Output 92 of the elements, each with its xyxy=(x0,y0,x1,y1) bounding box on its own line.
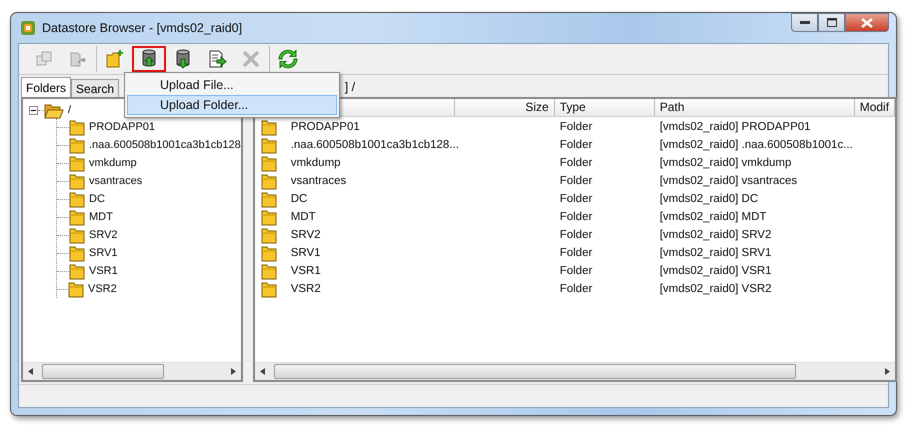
column-header[interactable]: Modif xyxy=(854,99,895,116)
tree-item[interactable]: PRODAPP01 xyxy=(85,121,156,133)
folder-icon xyxy=(260,172,277,190)
folder-icon xyxy=(69,136,85,154)
folder-icon xyxy=(69,262,85,280)
table-cell: SRV1 xyxy=(290,247,321,259)
table-cell: Folder xyxy=(560,247,592,259)
tree-item[interactable]: / xyxy=(64,104,72,116)
folder-icon xyxy=(69,226,85,244)
table-cell: Folder xyxy=(560,229,592,241)
folder-icon xyxy=(260,118,277,136)
table-cell: VSR1 xyxy=(290,265,321,277)
table-cell: Folder xyxy=(560,283,592,295)
folder-icon xyxy=(260,262,277,280)
table-cell: MDT xyxy=(290,211,316,223)
delete-icon xyxy=(242,50,260,68)
table-cell: [vmds02_raid0] SRV1 xyxy=(660,247,772,259)
document-arrow-icon xyxy=(207,49,227,69)
column-header[interactable]: Size xyxy=(454,99,555,116)
scroll-right-icon xyxy=(884,368,890,375)
table-cell: PRODAPP01 xyxy=(290,121,360,133)
panel-tab[interactable]: Folders xyxy=(21,77,72,97)
table-cell: vsantraces xyxy=(290,175,346,187)
tree-item[interactable]: MDT xyxy=(85,211,113,223)
folder-icon xyxy=(68,280,84,298)
table-cell: Folder xyxy=(560,157,592,169)
refresh-icon xyxy=(278,49,298,69)
table-cell: SRV2 xyxy=(290,229,321,241)
horizontal-scrollbar[interactable] xyxy=(23,362,241,380)
table-cell: Folder xyxy=(560,175,592,187)
tree-item[interactable]: SRV2 xyxy=(85,229,118,241)
minimize-icon xyxy=(800,20,810,24)
table-cell: [vmds02_raid0] vsantraces xyxy=(660,175,798,187)
folder-icon xyxy=(260,208,277,226)
horizontal-scrollbar[interactable] xyxy=(254,362,895,380)
tree-item[interactable]: SRV1 xyxy=(85,247,118,259)
tree-item[interactable]: VSR1 xyxy=(85,265,118,277)
tree-item[interactable]: DC xyxy=(85,193,105,205)
collapse-toggle[interactable] xyxy=(29,106,38,114)
scroll-left-icon xyxy=(28,368,33,375)
table-cell: .naa.600508b1001ca3b1cb128... xyxy=(290,139,459,151)
table-cell: Folder xyxy=(560,193,592,205)
table-cell: [vmds02_raid0] SRV2 xyxy=(660,229,772,241)
column-header[interactable]: Type xyxy=(554,99,655,116)
table-cell: Folder xyxy=(560,265,592,277)
tree-item[interactable]: vsantraces xyxy=(85,175,142,187)
table-cell: [vmds02_raid0] VSR1 xyxy=(660,265,772,277)
close-button[interactable] xyxy=(845,13,889,32)
window-title: Datastore Browser - [vmds02_raid0] xyxy=(42,21,242,35)
table-cell: [vmds02_raid0] vmkdump xyxy=(660,157,792,169)
folder-icon xyxy=(260,244,277,262)
column-header[interactable]: Path xyxy=(654,99,855,116)
folder-arrow-icon xyxy=(69,50,87,68)
folder-icon xyxy=(260,190,277,208)
stacked-squares-icon xyxy=(35,50,53,68)
folder-icon xyxy=(69,154,85,172)
table-cell: [vmds02_raid0] PRODAPP01 xyxy=(660,121,811,133)
folder-icon xyxy=(69,172,85,190)
menu-item[interactable]: Upload Folder... xyxy=(127,95,337,115)
folder-icon xyxy=(69,118,85,136)
close-icon xyxy=(861,18,873,28)
table-cell: [vmds02_raid0] .naa.600508b1001c... xyxy=(660,139,853,151)
table-cell: Folder xyxy=(560,121,592,133)
open-folder-icon xyxy=(44,102,64,118)
scroll-left-icon xyxy=(260,368,265,375)
table-cell: vmkdump xyxy=(290,157,341,169)
maximize-button[interactable] xyxy=(818,13,845,32)
folder-icon xyxy=(260,226,277,244)
table-cell: Folder xyxy=(560,139,592,151)
table-cell: DC xyxy=(290,193,308,205)
table-cell: VSR2 xyxy=(290,283,321,295)
tree-item[interactable]: .naa.600508b1001ca3b1cb128 xyxy=(85,139,241,151)
table-cell: [vmds02_raid0] DC xyxy=(660,193,758,205)
folder-icon xyxy=(260,136,277,154)
folder-icon xyxy=(69,244,85,262)
tree-item[interactable]: vmkdump xyxy=(85,157,137,169)
tree-item[interactable]: VSR2 xyxy=(84,283,117,295)
panel-tab[interactable]: Search xyxy=(71,79,120,97)
folder-icon xyxy=(260,154,277,172)
scroll-right-icon xyxy=(230,368,236,375)
table-cell: [vmds02_raid0] VSR2 xyxy=(660,283,772,295)
app-icon xyxy=(20,20,36,36)
database-down-arrow-icon xyxy=(174,49,192,69)
folder-icon xyxy=(69,208,85,226)
table-cell: [vmds02_raid0] MDT xyxy=(660,211,766,223)
folder-icon xyxy=(69,190,85,208)
minimize-button[interactable] xyxy=(791,13,818,32)
maximize-icon xyxy=(826,18,836,27)
new-folder-icon xyxy=(105,49,125,69)
database-up-arrow-icon xyxy=(140,49,158,69)
table-cell: Folder xyxy=(560,211,592,223)
folder-icon xyxy=(260,280,277,298)
